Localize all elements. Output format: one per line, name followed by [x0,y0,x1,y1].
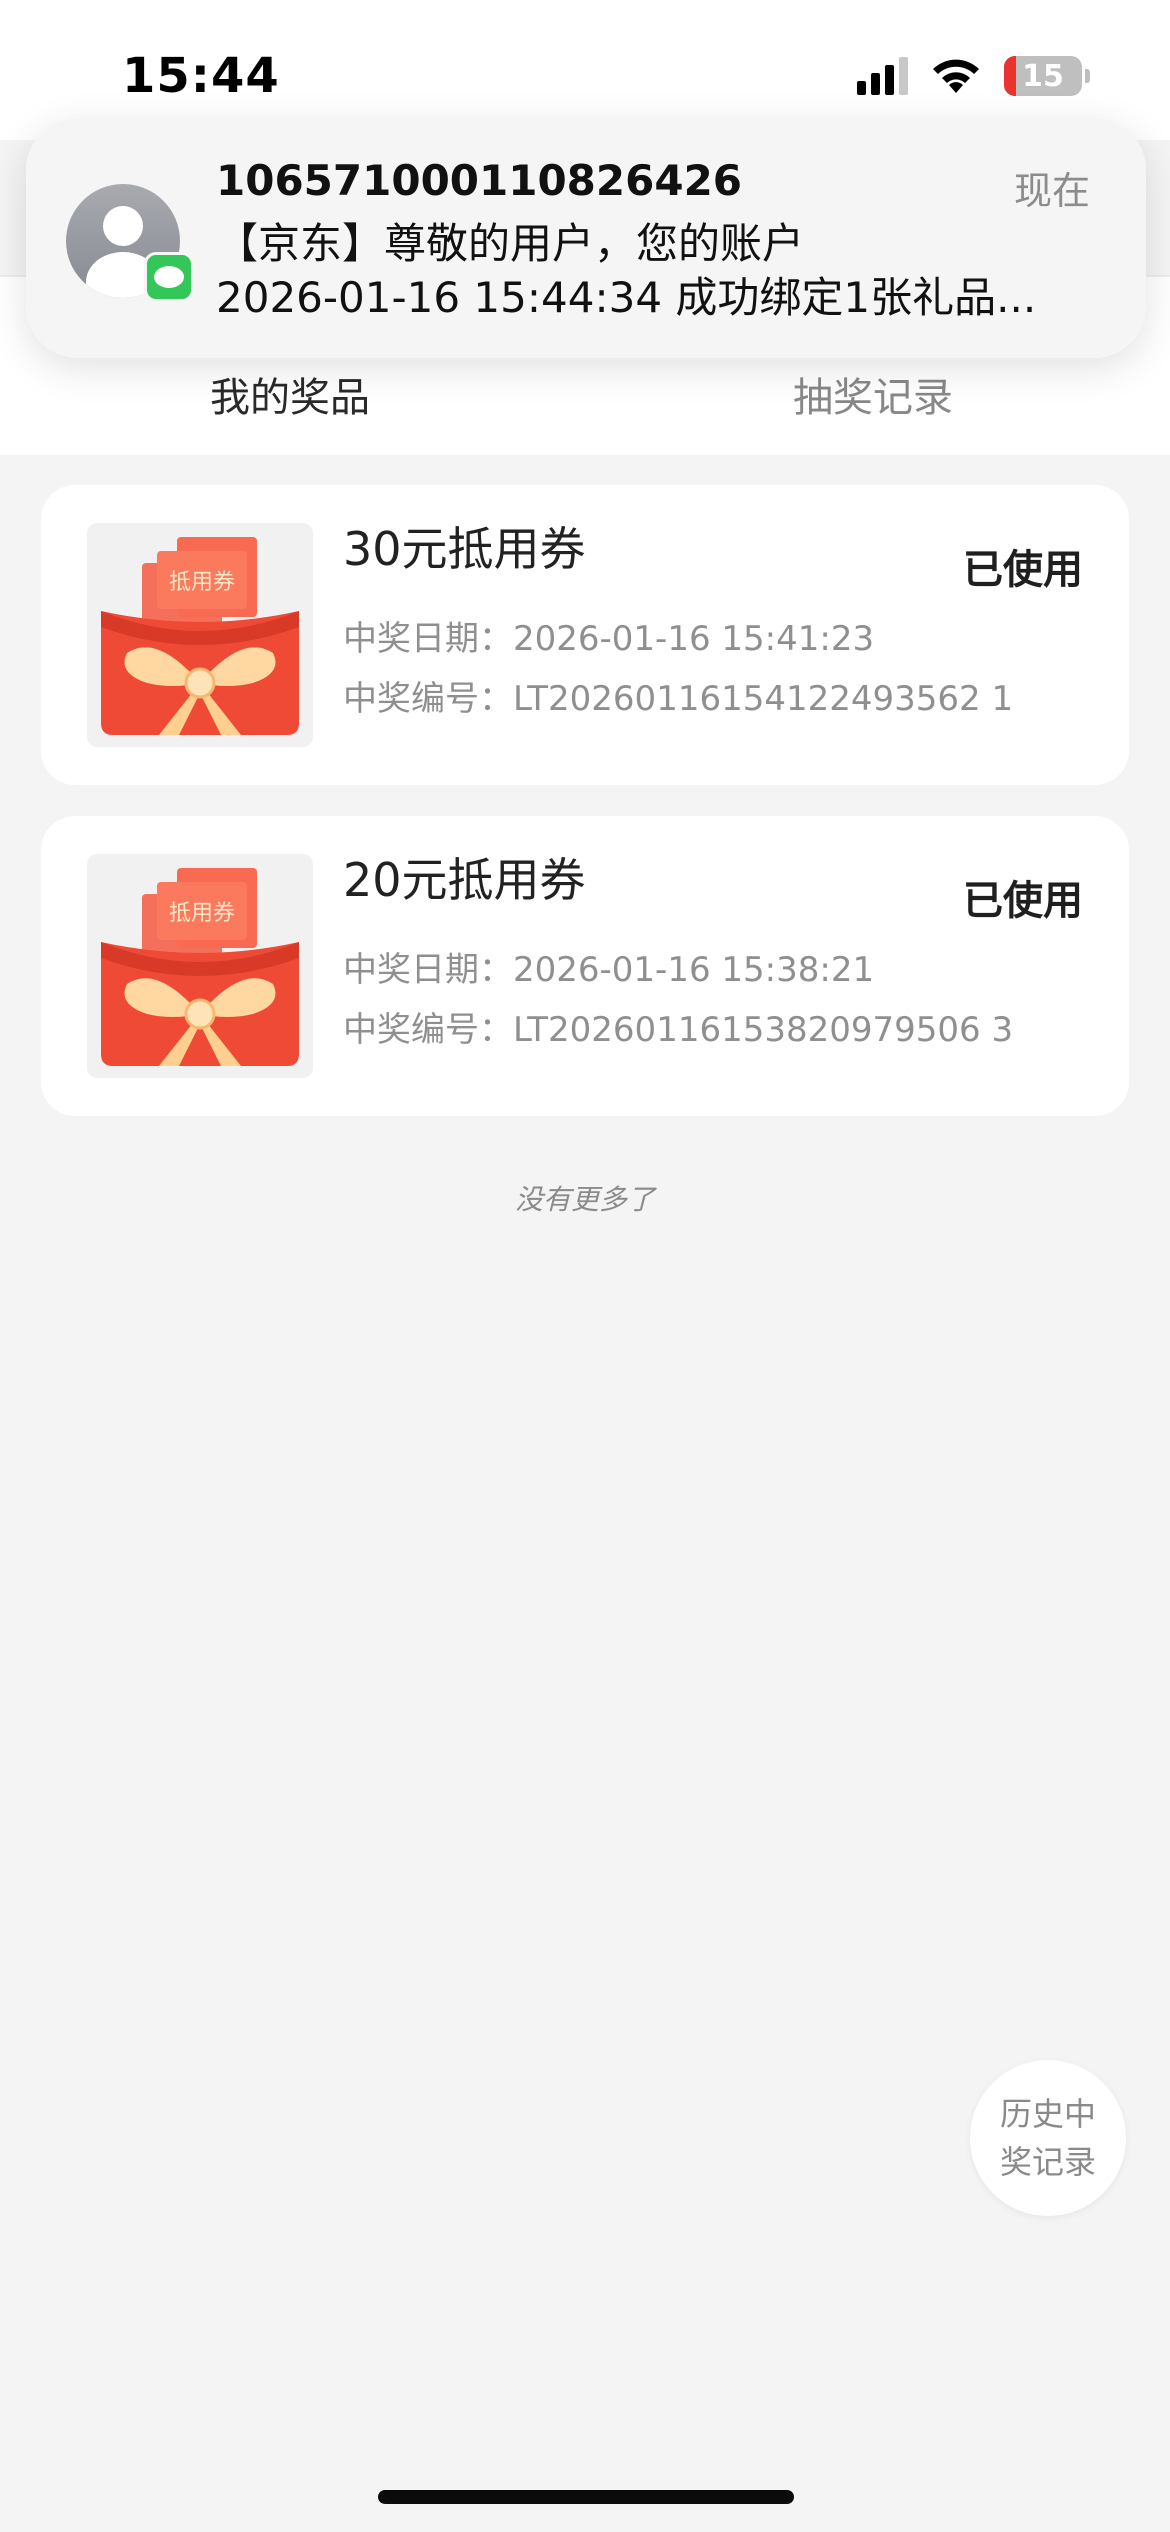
cellular-signal-icon [857,57,908,95]
tab-my-prizes[interactable]: 我的奖品 [210,365,370,423]
prize-date-label: 中奖日期： [343,950,513,990]
sms-notification-banner[interactable]: 106571000110826426 现在 【京东】尊敬的用户，您的账户 202… [26,118,1146,358]
red-envelope-coupon-icon: 抵用券 [87,854,313,1078]
prize-status-badge: 已使用 [963,878,1083,924]
prize-status-badge: 已使用 [963,547,1083,593]
red-envelope-coupon-icon: 抵用券 [87,523,313,747]
notification-body-line1: 【京东】尊敬的用户，您的账户 [216,219,805,268]
prize-date-value: 2026-01-16 15:41:23 [513,619,875,659]
prize-code-value: LT20260116153820979506 3 [513,1010,1014,1050]
prize-code-row: 中奖编号：LT20260116154122493562 1 [343,671,1013,720]
prize-date-label: 中奖日期： [343,619,513,659]
battery-level: 15 [1022,58,1064,94]
coupon-image-label: 抵用券 [169,570,235,595]
messages-icon [144,252,194,302]
prize-title: 30元抵用券 [343,522,586,576]
prize-code-value: LT20260116154122493562 1 [513,679,1014,719]
coupon-image-label: 抵用券 [169,901,235,926]
prize-code-label: 中奖编号： [343,1010,513,1050]
home-indicator[interactable] [378,2490,794,2504]
history-records-button[interactable]: 历史中 奖记录 [970,2060,1126,2216]
prize-code-label: 中奖编号： [343,679,513,719]
tab-lottery-records[interactable]: 抽奖记录 [793,365,953,423]
prize-card[interactable]: 抵用券 20元抵用券 已使用 中奖日期：2026-01-16 15:38:21 … [41,816,1129,1116]
prize-date-row: 中奖日期：2026-01-16 15:38:21 [343,942,874,991]
prize-title: 20元抵用券 [343,853,586,907]
notification-time: 现在 [1013,169,1090,213]
notification-sender: 106571000110826426 [216,156,743,205]
prize-page: 15:44 15 我的奖品 抽奖记录 106571000110826426 现在… [0,0,1170,2532]
prize-card[interactable]: 抵用券 30元抵用券 已使用 中奖日期：2026-01-16 15:41:23 … [41,485,1129,785]
status-icons: 15 [857,56,1090,96]
wifi-icon [933,59,979,93]
history-button-line2: 奖记录 [999,2143,1096,2181]
prize-date-value: 2026-01-16 15:38:21 [513,950,875,990]
history-button-line1: 历史中 [999,2095,1096,2133]
status-time: 15:44 [122,48,280,104]
prize-code-row: 中奖编号：LT20260116153820979506 3 [343,1002,1013,1051]
no-more-text: 没有更多了 [514,1183,655,1216]
battery-icon: 15 [1004,56,1090,96]
prize-date-row: 中奖日期：2026-01-16 15:41:23 [343,611,874,660]
notification-body-line2: 2026-01-16 15:44:34 成功绑定1张礼品... [216,273,1037,322]
